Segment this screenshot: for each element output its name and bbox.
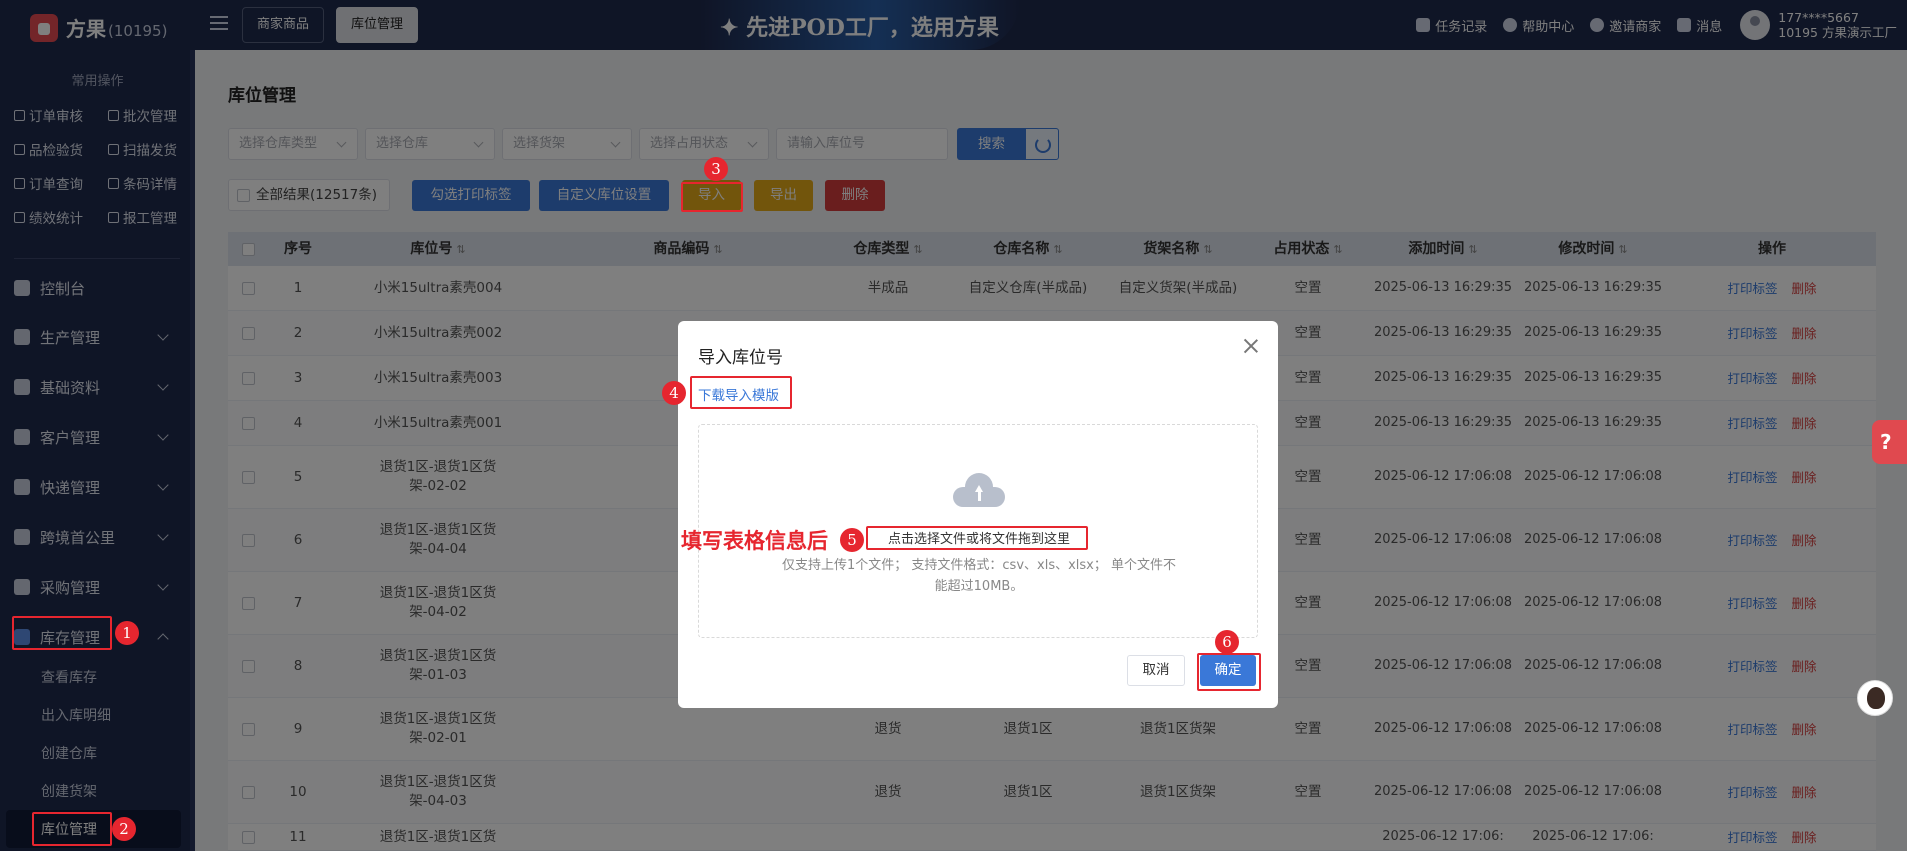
annotation-step-3: 3 — [704, 157, 728, 181]
assistant-avatar-icon[interactable] — [1857, 680, 1893, 716]
annotation-step-4: 4 — [662, 381, 686, 405]
annotation-box-download — [690, 376, 792, 409]
help-float-button[interactable]: ? — [1872, 420, 1907, 464]
annotation-step-2: 2 — [112, 817, 136, 841]
upload-tip: 仅支持上传1个文件； 支持文件格式：csv、xls、xlsx； 单个文件不能超过… — [782, 558, 1176, 594]
annotation-step-5: 5 — [840, 528, 864, 552]
upload-cloud-icon — [953, 473, 1005, 507]
annotation-step-6: 6 — [1215, 630, 1239, 654]
annotation-box-inventory — [12, 616, 112, 650]
annotation-fill-text: 填写表格信息后 — [681, 529, 828, 553]
cancel-button[interactable]: 取消 — [1127, 655, 1185, 686]
modal-title: 导入库位号 — [698, 348, 783, 368]
annotation-step-1: 1 — [115, 621, 139, 645]
close-icon[interactable] — [1240, 335, 1262, 357]
annotation-box-location — [32, 812, 112, 846]
annotation-box-import — [681, 182, 743, 212]
annotation-box-upload — [866, 526, 1088, 550]
annotation-box-confirm — [1197, 653, 1261, 691]
